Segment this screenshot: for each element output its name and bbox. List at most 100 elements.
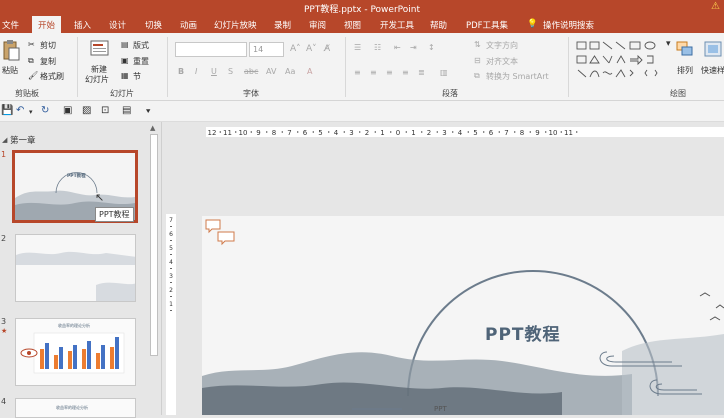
tab-design[interactable]: 设计 bbox=[109, 19, 126, 31]
lightbulb-icon[interactable]: 💡 bbox=[527, 19, 538, 29]
tab-developer[interactable]: 开发工具 bbox=[380, 19, 414, 31]
bold-icon[interactable]: B bbox=[178, 67, 184, 76]
scroll-up-icon[interactable]: ▲ bbox=[150, 124, 155, 132]
ribbon: 粘贴 ✂ 剪切 ⧉ 复制 🖌 格式刷 剪贴板 新建 幻灯片 ▤ 版式 ▣ 重置 … bbox=[0, 33, 724, 101]
new-slide-icon[interactable] bbox=[90, 39, 110, 59]
format-painter-button[interactable]: 格式刷 bbox=[40, 71, 64, 82]
tab-home[interactable]: 开始 bbox=[32, 16, 62, 33]
slide-thumbnail-2[interactable] bbox=[15, 234, 136, 302]
slide-thumbnail-4[interactable]: 收益率的理论分析 bbox=[15, 398, 136, 418]
numbering-icon[interactable]: ☷ bbox=[374, 43, 381, 52]
distribute-icon[interactable]: ≣ bbox=[418, 68, 425, 77]
shadow-icon[interactable]: S bbox=[228, 67, 233, 76]
line-spacing-icon[interactable]: ↕ bbox=[428, 43, 435, 52]
align-left-icon[interactable]: ≡ bbox=[354, 68, 361, 77]
font-size-select[interactable]: 14 bbox=[249, 42, 284, 57]
reset-button[interactable]: 重置 bbox=[133, 56, 149, 67]
layout-button[interactable]: 版式 bbox=[133, 40, 149, 51]
increase-font-icon[interactable]: A˄ bbox=[290, 44, 301, 54]
slide-2-preview bbox=[16, 235, 135, 301]
tab-view[interactable]: 视图 bbox=[344, 19, 361, 31]
tab-transitions[interactable]: 切换 bbox=[145, 19, 162, 31]
increase-indent-icon[interactable]: ⇥ bbox=[410, 43, 417, 52]
arrange-button[interactable]: 排列 bbox=[677, 65, 693, 76]
decrease-font-icon[interactable]: A˅ bbox=[306, 44, 317, 54]
arrange-icon[interactable] bbox=[674, 40, 696, 60]
char-spacing-icon[interactable]: AV bbox=[266, 67, 276, 76]
ruler-tick-mark bbox=[170, 310, 172, 311]
tell-me-search[interactable]: 操作说明搜索 bbox=[543, 19, 594, 31]
section-title[interactable]: 第一章 bbox=[10, 134, 36, 146]
customize-qat-icon[interactable]: ⯆ bbox=[145, 107, 151, 117]
ruler-tick-label: 6 bbox=[169, 231, 173, 238]
new-slide-label-2[interactable]: 幻灯片 bbox=[85, 74, 109, 85]
ruler-tick-mark bbox=[170, 240, 172, 241]
bullets-icon[interactable]: ☰ bbox=[354, 43, 361, 52]
undo-dropdown-icon[interactable]: ▾ bbox=[29, 108, 33, 116]
tab-insert[interactable]: 插入 bbox=[74, 19, 91, 31]
paste-icon[interactable] bbox=[2, 39, 20, 61]
insert-picture-icon[interactable]: ▨ bbox=[82, 105, 91, 116]
ruler-tick-mark bbox=[328, 131, 330, 133]
collapse-section-icon[interactable]: ◢ bbox=[2, 136, 7, 144]
paste-button[interactable]: 粘贴 bbox=[2, 65, 18, 76]
title-bar: PPT教程.pptx - PowerPoint ⚠ bbox=[0, 0, 724, 16]
ruler-tick-label: 7 bbox=[504, 129, 508, 137]
quick-styles-button[interactable]: 快速样 bbox=[701, 65, 724, 76]
ruler-tick-mark bbox=[281, 131, 283, 133]
tab-record[interactable]: 录制 bbox=[274, 19, 291, 31]
thumbnail-scrollbar[interactable]: ▲ bbox=[148, 124, 160, 415]
shapes-more-icon[interactable]: ▾ bbox=[666, 39, 671, 49]
start-slideshow-icon[interactable]: ▣ bbox=[63, 105, 72, 116]
scrollbar-thumb[interactable] bbox=[150, 134, 158, 356]
ruler-tick-label: 10 bbox=[239, 129, 248, 137]
decrease-indent-icon[interactable]: ⇤ bbox=[394, 43, 401, 52]
italic-icon[interactable]: I bbox=[195, 67, 197, 76]
slide-title[interactable]: PPT教程 bbox=[485, 320, 561, 345]
align-text-button[interactable]: 对齐文本 bbox=[486, 56, 518, 67]
text-direction-icon: ⇅ bbox=[474, 40, 481, 49]
slide-editor: 12 11 10 9 8 7 6 5 4 3 2 1 0 1 2 3 4 5 6 7 8 9 10 11 7654321 bbox=[162, 122, 724, 415]
section-button[interactable]: 节 bbox=[133, 71, 141, 82]
undo-icon[interactable]: ↶ bbox=[16, 105, 24, 116]
font-group-label: 字体 bbox=[243, 89, 259, 98]
tab-pdf-tools[interactable]: PDF工具集 bbox=[466, 19, 508, 31]
align-center-icon[interactable]: ≡ bbox=[370, 68, 377, 77]
slide-canvas[interactable]: PPT教程 PPT bbox=[202, 216, 724, 415]
slide-subtitle[interactable]: PPT bbox=[434, 405, 447, 413]
strikethrough-icon[interactable]: abc bbox=[244, 67, 258, 76]
tab-animations[interactable]: 动画 bbox=[180, 19, 197, 31]
insert-image-icon[interactable]: ⊡ bbox=[101, 105, 109, 116]
comment-icon[interactable] bbox=[204, 218, 238, 248]
ruler-tick-label: 9 bbox=[535, 129, 539, 137]
font-color-icon[interactable]: A bbox=[307, 67, 312, 76]
ruler-tick-mark bbox=[312, 131, 314, 133]
columns-icon[interactable]: ▥ bbox=[440, 68, 448, 77]
save-icon[interactable]: 💾 bbox=[1, 105, 13, 116]
ruler-tick-label: 0 bbox=[396, 129, 400, 137]
window-title: PPT教程.pptx - PowerPoint bbox=[303, 5, 421, 15]
quick-styles-icon[interactable] bbox=[703, 40, 723, 60]
cut-button[interactable]: 剪切 bbox=[40, 40, 56, 51]
font-name-select[interactable] bbox=[175, 42, 247, 57]
underline-icon[interactable]: U bbox=[211, 67, 217, 76]
clear-format-icon[interactable]: A̸ bbox=[324, 44, 330, 54]
redo-icon[interactable]: ↻ bbox=[41, 105, 49, 116]
ruler-tick-label: 7 bbox=[287, 129, 291, 137]
tab-file[interactable]: 文件 bbox=[2, 19, 19, 31]
text-direction-button[interactable]: 文字方向 bbox=[486, 40, 518, 51]
align-right-icon[interactable]: ≡ bbox=[386, 68, 393, 77]
reset-icon: ▣ bbox=[121, 56, 129, 65]
format-icon[interactable]: ▤ bbox=[122, 105, 131, 116]
warning-icon[interactable]: ⚠ bbox=[711, 1, 720, 12]
smartart-button[interactable]: 转换为 SmartArt bbox=[486, 71, 549, 82]
tab-help[interactable]: 帮助 bbox=[430, 19, 447, 31]
tab-review[interactable]: 审阅 bbox=[309, 19, 326, 31]
justify-icon[interactable]: ≡ bbox=[402, 68, 409, 77]
tab-slideshow[interactable]: 幻灯片放映 bbox=[214, 19, 257, 31]
ruler-tick-label: 1 bbox=[169, 301, 173, 308]
ruler-tick-label: 6 bbox=[489, 129, 494, 137]
change-case-icon[interactable]: Aa bbox=[285, 67, 295, 76]
shapes-gallery[interactable] bbox=[575, 39, 665, 83]
copy-button[interactable]: 复制 bbox=[40, 56, 56, 67]
